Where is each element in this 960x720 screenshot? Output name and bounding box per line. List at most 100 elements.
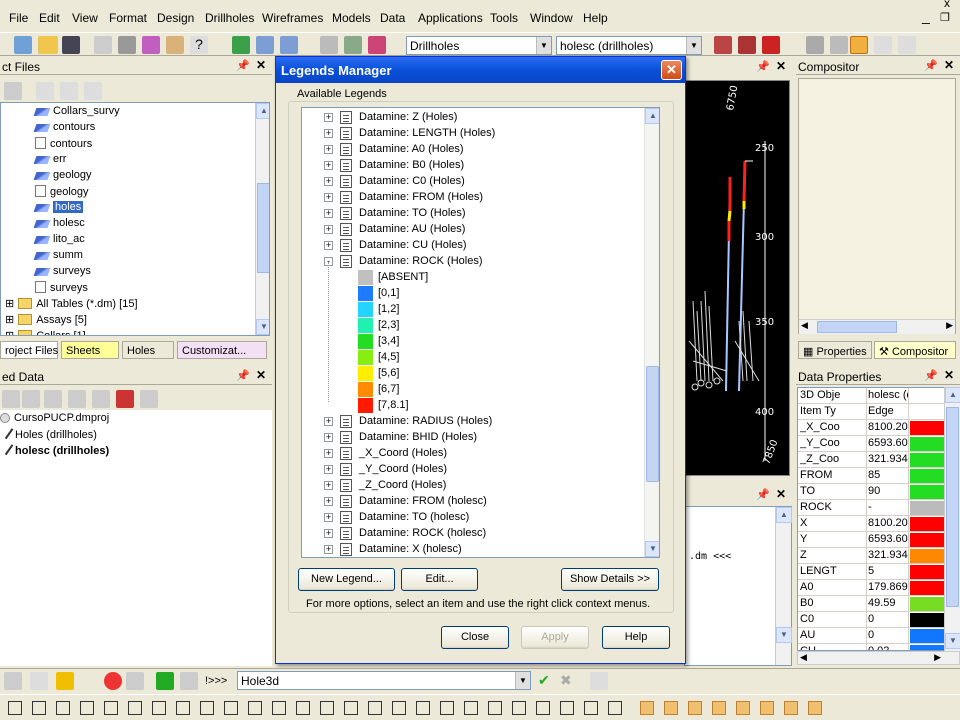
- property-row[interactable]: C0 0: [798, 612, 944, 628]
- tree-item[interactable]: summ: [33, 249, 83, 265]
- property-row[interactable]: Item Ty Edge: [798, 404, 944, 420]
- close-panel-icon[interactable]: ✕: [256, 368, 266, 382]
- tab-compositor[interactable]: ⚒ Compositor: [874, 341, 956, 359]
- legend-range-item[interactable]: [4,5]: [302, 350, 642, 366]
- legend-item[interactable]: + Datamine: ROCK (holesc): [302, 526, 642, 542]
- circle-tool-icon[interactable]: [608, 701, 622, 715]
- sync-icon[interactable]: [232, 36, 250, 54]
- scroll-up-icon[interactable]: ▲: [776, 507, 792, 523]
- cut-tool-icon[interactable]: [392, 701, 406, 715]
- expand-icon[interactable]: +: [324, 161, 333, 170]
- edit-button[interactable]: Edit...: [401, 568, 478, 591]
- cmd-tool3-icon[interactable]: [56, 672, 74, 690]
- tree-item[interactable]: surveys: [35, 281, 88, 297]
- legend-range-item[interactable]: [3,4]: [302, 334, 642, 350]
- project-files-tree[interactable]: Collars_survy contours contours err geology g…: [0, 102, 270, 336]
- eraser-tool-icon[interactable]: [536, 701, 550, 715]
- scroll-right-icon[interactable]: ▶: [946, 320, 953, 331]
- menu-format[interactable]: Format: [109, 11, 147, 25]
- pin-icon[interactable]: 📌: [756, 488, 770, 501]
- close-panel-icon[interactable]: ✕: [776, 59, 786, 73]
- record-icon[interactable]: [104, 672, 122, 690]
- expand-icon[interactable]: +: [324, 529, 333, 538]
- tab-properties[interactable]: ▦ Properties: [798, 341, 872, 359]
- legend-item[interactable]: + Datamine: A0 (Holes): [302, 142, 642, 158]
- tree-item[interactable]: ⊞ Assays [5]: [5, 313, 87, 329]
- scroll-down-icon[interactable]: ▼: [256, 319, 269, 335]
- scroll-up-icon[interactable]: ▲: [256, 103, 269, 119]
- expand-icon[interactable]: +: [324, 545, 333, 554]
- legend-range-item[interactable]: [7,8.1]: [302, 398, 642, 414]
- home-icon[interactable]: [166, 36, 184, 54]
- cursor-tool-icon[interactable]: [760, 701, 774, 715]
- menu-file[interactable]: File: [9, 11, 28, 25]
- window-close-icon[interactable]: x: [944, 0, 950, 10]
- property-row[interactable]: CU 0.02: [798, 644, 944, 650]
- help-button[interactable]: Help: [602, 626, 670, 649]
- legend-item[interactable]: - Datamine: ROCK (Holes): [302, 254, 642, 270]
- property-row[interactable]: LENGT 5: [798, 564, 944, 580]
- tree-item-project[interactable]: CursoPUCP.dmproj: [0, 412, 109, 428]
- data-properties-grid[interactable]: 3D Obje holesc (drillho Item Ty Edge _X_Coo 8…: [797, 387, 945, 651]
- data-properties-hscroll[interactable]: ◀ ▶: [797, 651, 960, 665]
- pin-icon[interactable]: 📌: [924, 59, 938, 72]
- search-icon[interactable]: [590, 672, 608, 690]
- scroll-up-icon[interactable]: ▲: [945, 387, 960, 403]
- data-properties-scrollbar[interactable]: ▲ ▼: [944, 387, 960, 651]
- menu-drillholes[interactable]: Drillholes: [205, 11, 254, 25]
- scroll-thumb[interactable]: [946, 407, 959, 607]
- rotate-tool-icon[interactable]: [224, 701, 238, 715]
- tree-item[interactable]: Collars_survy: [33, 105, 120, 121]
- legend-item[interactable]: + Datamine: BHID (Holes): [302, 430, 642, 446]
- dialog-close-button[interactable]: ✕: [661, 60, 682, 80]
- pencil-tool-icon[interactable]: [488, 701, 502, 715]
- legend-item[interactable]: + _Z_Coord (Holes): [302, 478, 642, 494]
- expand-icon[interactable]: ⊞: [5, 330, 14, 335]
- command-input[interactable]: Hole3d ▼: [237, 671, 531, 690]
- menu-models[interactable]: Models: [332, 11, 371, 25]
- property-row[interactable]: Y 6593.6040: [798, 532, 944, 548]
- object-combo[interactable]: holesc (drillholes) ▼: [556, 36, 702, 55]
- scroll-up-icon[interactable]: ▲: [645, 108, 659, 124]
- legend-item[interactable]: + _Y_Coord (Holes): [302, 462, 642, 478]
- pin-icon[interactable]: 📌: [236, 59, 250, 72]
- expand-icon[interactable]: +: [324, 209, 333, 218]
- menu-window[interactable]: Window: [530, 11, 573, 25]
- lasso-tool-icon[interactable]: [128, 701, 142, 715]
- rect-tool-icon[interactable]: [640, 701, 654, 715]
- legend-range-item[interactable]: [2,3]: [302, 318, 642, 334]
- loaded-data-tree[interactable]: CursoPUCP.dmproj Holes (drillholes) hole…: [0, 410, 272, 666]
- legend-item[interactable]: + Datamine: Z (Holes): [302, 110, 642, 126]
- legends-scrollbar[interactable]: ▲ ▼: [644, 108, 659, 557]
- legend-item[interactable]: + Datamine: RADIUS (Holes): [302, 414, 642, 430]
- expand-icon[interactable]: ⊞: [5, 314, 14, 326]
- tree-item[interactable]: geology: [35, 185, 89, 201]
- expand-icon[interactable]: +: [324, 449, 333, 458]
- scroll-down-icon[interactable]: ▼: [645, 541, 659, 557]
- rotate-tool-icon[interactable]: [808, 701, 822, 715]
- menu-edit[interactable]: Edit: [39, 11, 60, 25]
- tree-item-holes[interactable]: Holes (drillholes): [4, 428, 97, 444]
- expand-icon[interactable]: +: [324, 433, 333, 442]
- menu-data[interactable]: Data: [380, 11, 405, 25]
- expand-icon[interactable]: +: [324, 465, 333, 474]
- property-row[interactable]: _Z_Coo 321.934197: [798, 452, 944, 468]
- tree-item[interactable]: holes: [33, 201, 84, 217]
- compositor-hscroll[interactable]: ◀ ▶: [799, 319, 955, 334]
- property-row[interactable]: _Y_Coo 6593.604025: [798, 436, 944, 452]
- cmd-tool2-icon[interactable]: [30, 672, 48, 690]
- print-icon[interactable]: [118, 36, 136, 54]
- tool5-icon[interactable]: [92, 390, 110, 408]
- property-row[interactable]: _X_Coo 8100.2007: [798, 420, 944, 436]
- expand-icon[interactable]: ⊞: [5, 298, 14, 310]
- insert2-icon[interactable]: [898, 36, 916, 54]
- redo-tool-icon[interactable]: [320, 701, 334, 715]
- project-files-scrollbar[interactable]: ▲ ▼: [255, 103, 269, 335]
- tab-holes[interactable]: Holes: [122, 341, 174, 359]
- legend-range-item[interactable]: [5,6]: [302, 366, 642, 382]
- scroll-right-icon[interactable]: ▶: [934, 652, 941, 663]
- tab-sheets[interactable]: Sheets: [61, 341, 119, 359]
- tree-item[interactable]: err: [33, 153, 66, 169]
- scroll-down-icon[interactable]: ▼: [776, 627, 792, 643]
- lasso-tool-icon[interactable]: [712, 701, 726, 715]
